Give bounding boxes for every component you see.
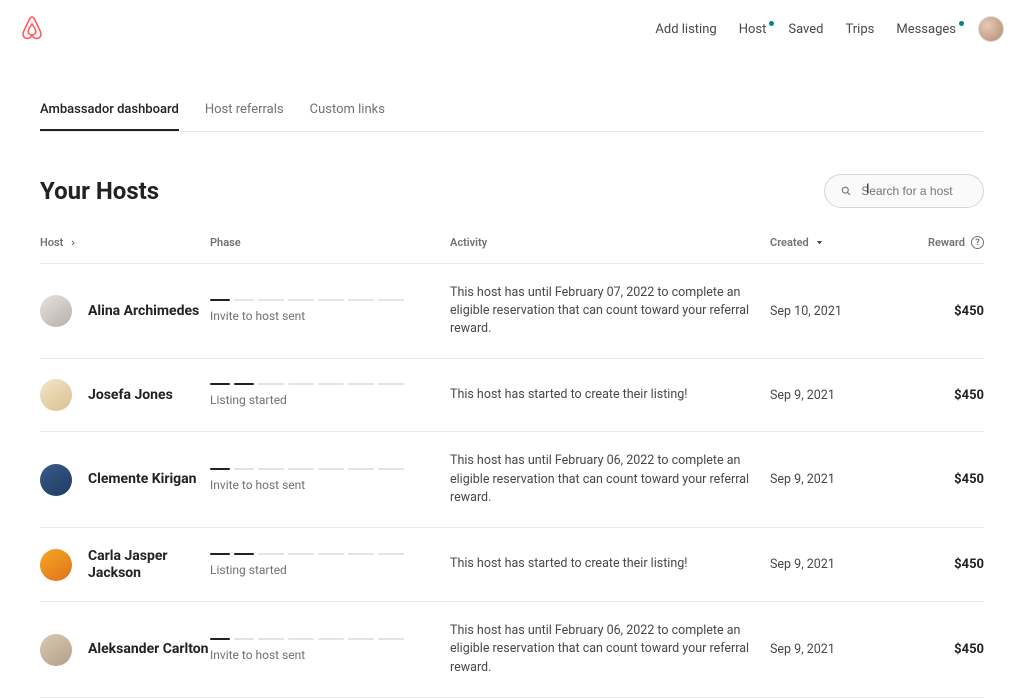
phase-label: Invite to host sent [210, 648, 450, 662]
nav-messages[interactable]: Messages [896, 22, 956, 37]
host-avatar[interactable] [40, 295, 72, 327]
col-phase: Phase [210, 236, 450, 249]
host-avatar[interactable] [40, 379, 72, 411]
host-avatar[interactable] [40, 464, 72, 496]
created-date: Sep 10, 2021 [770, 304, 890, 319]
col-activity: Activity [450, 236, 770, 249]
phase-label: Invite to host sent [210, 478, 450, 492]
phase-label: Invite to host sent [210, 309, 450, 323]
reward-amount: $450 [890, 472, 984, 487]
phase-progress [210, 299, 450, 301]
help-icon[interactable]: ? [971, 236, 984, 249]
chevron-right-icon [69, 239, 77, 247]
phase-progress [210, 468, 450, 470]
created-date: Sep 9, 2021 [770, 388, 890, 403]
table-row: Alina Archimedes Invite to host sentThis … [40, 264, 984, 359]
host-avatar[interactable] [40, 634, 72, 666]
created-date: Sep 9, 2021 [770, 472, 890, 487]
host-name[interactable]: Alina Archimedes [88, 303, 199, 320]
col-host[interactable]: Host [40, 236, 210, 249]
tab-host-referrals[interactable]: Host referrals [205, 102, 284, 131]
reward-amount: $450 [890, 642, 984, 657]
activity-text: This host has until February 06, 2022 to… [450, 622, 770, 676]
phase-progress [210, 383, 450, 385]
airbnb-logo-icon[interactable] [20, 14, 44, 44]
activity-text: This host has until February 07, 2022 to… [450, 284, 770, 338]
search-field[interactable] [824, 174, 984, 208]
created-date: Sep 9, 2021 [770, 642, 890, 657]
host-avatar[interactable] [40, 549, 72, 581]
reward-amount: $450 [890, 388, 984, 403]
tab-ambassador-dashboard[interactable]: Ambassador dashboard [40, 102, 179, 131]
reward-amount: $450 [890, 557, 984, 572]
host-name[interactable]: Aleksander Carlton [88, 641, 209, 658]
table-row: Aleksander CarltonInvite to host sentThi… [40, 602, 984, 697]
activity-text: This host has until February 06, 2022 to… [450, 452, 770, 506]
host-name[interactable]: Clemente Kirigan [88, 471, 197, 488]
page-title: Your Hosts [40, 177, 159, 205]
table-row: Clemente Kirigan Invite to host sentThis … [40, 432, 984, 527]
nav-add-listing[interactable]: Add listing [655, 22, 716, 37]
activity-text: This host has started to create their li… [450, 386, 770, 404]
col-created[interactable]: Created [770, 236, 890, 249]
reward-amount: $450 [890, 304, 984, 319]
caret-down-icon [815, 238, 824, 247]
phase-label: Listing started [210, 393, 450, 407]
tab-custom-links[interactable]: Custom links [310, 102, 385, 131]
user-avatar[interactable] [978, 16, 1004, 42]
phase-progress [210, 638, 450, 640]
search-icon [841, 185, 851, 197]
nav-saved[interactable]: Saved [788, 22, 823, 37]
nav-host[interactable]: Host [739, 22, 767, 37]
phase-progress [210, 553, 450, 555]
table-header: Host Phase Activity Created Reward ? [40, 236, 984, 264]
table-row: Carla Jasper JacksonListing startedThis … [40, 528, 984, 603]
created-date: Sep 9, 2021 [770, 557, 890, 572]
phase-label: Listing started [210, 563, 450, 577]
host-name[interactable]: Josefa Jones [88, 387, 173, 404]
nav-trips[interactable]: Trips [846, 22, 875, 37]
table-row: Josefa Jones Listing startedThis host has… [40, 359, 984, 432]
activity-text: This host has started to create their li… [450, 555, 770, 573]
host-name[interactable]: Carla Jasper Jackson [88, 548, 210, 582]
search-input[interactable] [859, 183, 967, 199]
col-reward: Reward ? [890, 236, 984, 249]
